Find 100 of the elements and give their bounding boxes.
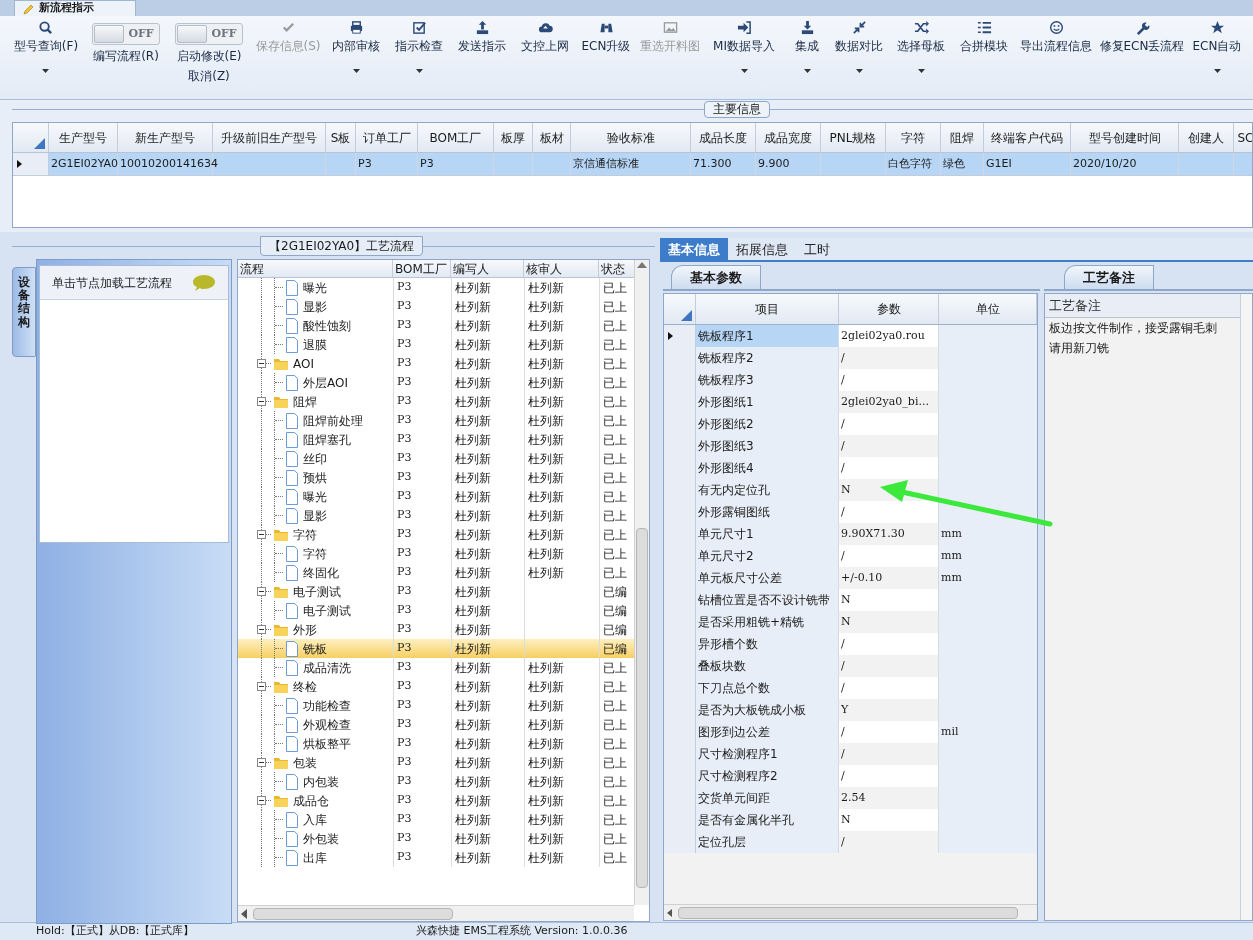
tab[interactable]: 工时 bbox=[796, 238, 838, 262]
tree-item[interactable]: 出库 bbox=[301, 848, 329, 867]
column-header[interactable]: 单位 bbox=[939, 294, 1037, 324]
column-header[interactable]: 成品长度 bbox=[691, 123, 756, 152]
collapse-icon[interactable] bbox=[257, 587, 266, 596]
tab[interactable]: 基本信息 bbox=[660, 238, 728, 262]
table-cell[interactable]: 2.54 bbox=[839, 787, 939, 809]
table-cell[interactable]: N bbox=[839, 589, 939, 611]
tree-item[interactable]: 退膜 bbox=[301, 335, 329, 354]
tree-item[interactable]: 曝光 bbox=[301, 487, 329, 506]
tree-item[interactable]: 功能检查 bbox=[301, 696, 353, 715]
table-cell[interactable]: 2glei02ya0.rou bbox=[839, 325, 939, 347]
tree-item[interactable]: 外观检查 bbox=[301, 715, 353, 734]
toolbar-button[interactable]: ECN自动 bbox=[1188, 18, 1246, 75]
toolbar-button[interactable]: 导出流程信息 bbox=[1016, 18, 1096, 56]
column-header[interactable]: 成品宽度 bbox=[756, 123, 821, 152]
tree-item[interactable]: 预烘 bbox=[301, 468, 329, 487]
table-cell[interactable]: / bbox=[839, 677, 939, 699]
tree-item[interactable]: 成品清洗 bbox=[301, 658, 353, 677]
tree-item[interactable]: 阻焊塞孔 bbox=[301, 430, 353, 449]
table-cell[interactable]: N bbox=[839, 611, 939, 633]
collapse-icon[interactable] bbox=[257, 758, 266, 767]
toolbar-button[interactable]: MI数据导入 bbox=[709, 18, 779, 75]
toolbar-button[interactable]: 内部审核 bbox=[328, 18, 384, 75]
column-header[interactable]: BOM工厂 bbox=[418, 123, 494, 152]
toolbar-button[interactable]: 合拼模块 bbox=[956, 18, 1012, 56]
table-cell[interactable]: / bbox=[839, 369, 939, 391]
tree-item[interactable]: 电子测试 bbox=[291, 582, 343, 601]
toolbar-button[interactable]: 文控上网 bbox=[517, 18, 573, 56]
toolbar-button[interactable]: 集成 bbox=[791, 18, 823, 75]
column-header[interactable]: 编写人 bbox=[451, 260, 524, 277]
tree-item[interactable]: 字符 bbox=[291, 525, 319, 544]
tree-item[interactable]: 包装 bbox=[291, 753, 319, 772]
collapse-icon[interactable] bbox=[257, 359, 266, 368]
table-cell[interactable]: 2glei02ya0_bi... bbox=[839, 391, 939, 413]
tree-item[interactable]: 内包装 bbox=[301, 772, 341, 791]
row-header[interactable] bbox=[664, 325, 696, 347]
table-cell[interactable]: / bbox=[839, 721, 939, 743]
tree-item[interactable]: 阻焊前处理 bbox=[301, 411, 365, 430]
tree-item[interactable]: 字符 bbox=[301, 544, 329, 563]
tree-item[interactable]: 外包装 bbox=[301, 829, 341, 848]
table-cell[interactable]: / bbox=[839, 435, 939, 457]
column-header[interactable]: 验收标准 bbox=[571, 123, 691, 152]
table-cell[interactable]: / bbox=[839, 765, 939, 787]
row-header[interactable] bbox=[13, 153, 49, 175]
vertical-scrollbar[interactable] bbox=[634, 260, 649, 905]
column-header[interactable]: 流程 bbox=[238, 260, 393, 277]
column-header[interactable]: 生产型号 bbox=[49, 123, 118, 152]
toggle-switch[interactable]: OFF bbox=[92, 23, 160, 45]
toolbar-button[interactable]: ECN升级 bbox=[577, 18, 635, 56]
column-header[interactable]: 板材 bbox=[533, 123, 571, 152]
column-header[interactable]: 终端客户代码 bbox=[984, 123, 1071, 152]
collapse-icon[interactable] bbox=[257, 397, 266, 406]
table-cell[interactable]: / bbox=[839, 501, 939, 523]
column-header[interactable]: BOM工厂 bbox=[393, 260, 451, 277]
column-header[interactable]: 订单工厂 bbox=[356, 123, 418, 152]
column-header[interactable]: 阻焊 bbox=[941, 123, 984, 152]
table-cell[interactable]: / bbox=[839, 457, 939, 479]
tree-item[interactable]: 电子测试 bbox=[301, 601, 353, 620]
toggle-switch[interactable]: OFF bbox=[175, 23, 243, 45]
tree-item[interactable]: 外形 bbox=[291, 620, 319, 639]
table-cell[interactable]: Y bbox=[839, 699, 939, 721]
toolbar-button[interactable]: 修复ECN丢流程 bbox=[1095, 18, 1189, 56]
column-header[interactable]: SC bbox=[1234, 123, 1252, 152]
column-header[interactable]: 核审人 bbox=[524, 260, 599, 277]
tree-item[interactable]: 烘板整平 bbox=[301, 734, 353, 753]
column-header[interactable]: 创建人 bbox=[1179, 123, 1234, 152]
toolbar-button[interactable]: 发送指示 bbox=[454, 18, 510, 56]
collapse-icon[interactable] bbox=[257, 530, 266, 539]
toolbar-button[interactable]: 型号查询(F) bbox=[9, 18, 83, 75]
document-tab[interactable]: 新流程指示 bbox=[14, 0, 136, 16]
tree-item[interactable]: 丝印 bbox=[301, 449, 329, 468]
column-header[interactable]: PNL规格 bbox=[821, 123, 886, 152]
tree-item[interactable]: 曝光 bbox=[301, 278, 329, 297]
tree-item[interactable]: 显影 bbox=[301, 506, 329, 525]
tree-item[interactable]: 阻焊 bbox=[291, 392, 319, 411]
tree-item[interactable]: 成品仓 bbox=[291, 791, 331, 810]
tree-item[interactable]: 入库 bbox=[301, 810, 329, 829]
tree-item[interactable]: 终检 bbox=[291, 677, 319, 696]
table-cell[interactable]: / bbox=[839, 831, 939, 853]
column-header[interactable]: 新生产型号 bbox=[118, 123, 213, 152]
collapse-icon[interactable] bbox=[257, 625, 266, 634]
tab[interactable]: 拓展信息 bbox=[728, 238, 796, 262]
toolbar-button[interactable]: 选择母板 bbox=[893, 18, 949, 75]
panel-tab[interactable]: 基本参数 bbox=[671, 265, 761, 289]
cancel-button[interactable]: 取消(Z) bbox=[188, 67, 230, 85]
tree-item[interactable]: 外层AOI bbox=[301, 373, 350, 392]
column-header[interactable]: 参数 bbox=[839, 294, 939, 324]
table-cell[interactable]: / bbox=[839, 743, 939, 765]
table-cell[interactable]: N bbox=[839, 809, 939, 831]
table-cell[interactable]: / bbox=[839, 347, 939, 369]
horizontal-scrollbar[interactable] bbox=[238, 905, 634, 921]
toolbar-button[interactable]: 数据对比 bbox=[831, 18, 887, 75]
table-cell[interactable]: / bbox=[839, 633, 939, 655]
tree-item[interactable]: 铣板 bbox=[301, 639, 329, 658]
table-cell[interactable]: / bbox=[839, 655, 939, 677]
column-header[interactable]: 升级前旧生产型号 bbox=[213, 123, 326, 152]
column-header[interactable]: S板 bbox=[326, 123, 356, 152]
collapse-icon[interactable] bbox=[257, 682, 266, 691]
column-header[interactable]: 项目 bbox=[696, 294, 839, 324]
